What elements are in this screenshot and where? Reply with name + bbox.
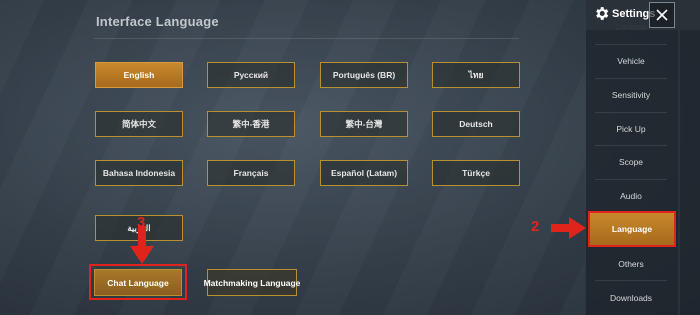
lang-button-thai[interactable]: ไทย: [432, 62, 520, 88]
lang-button-indonesian[interactable]: Bahasa Indonesia: [95, 160, 183, 186]
background: [0, 0, 585, 315]
chat-language-button[interactable]: Chat Language: [94, 269, 182, 296]
sidebar-item-vehicle[interactable]: Vehicle: [586, 44, 676, 77]
sidebar-item-audio[interactable]: Audio: [586, 179, 676, 212]
title-divider: [94, 38, 519, 39]
sidebar-item-label: Pick Up: [616, 123, 646, 134]
sidebar-item-downloads[interactable]: Downloads: [586, 281, 676, 314]
lang-button-turkish[interactable]: Türkçe: [432, 160, 520, 186]
sidebar-item-label: Others: [618, 258, 644, 269]
lang-button-traditional-chinese-tw[interactable]: 繁中-台灣: [320, 111, 408, 137]
sidebar-item-label: Downloads: [609, 292, 653, 303]
sidebar-item-label: Language: [611, 224, 653, 234]
sidebar-item-language[interactable]: Language: [588, 211, 676, 247]
close-button[interactable]: [649, 2, 675, 28]
sidebar-item-label: Audio: [620, 190, 642, 201]
lang-button-english[interactable]: English: [95, 62, 183, 88]
matchmaking-language-button[interactable]: Matchmaking Language: [204, 269, 300, 296]
lang-button-portuguese[interactable]: Português (BR): [320, 62, 408, 88]
sidebar-item-label: Vehicle: [617, 55, 645, 66]
sidebar-item-scope[interactable]: Scope: [586, 145, 676, 178]
section-title: Interface Language: [96, 14, 219, 29]
sidebar-item-sensitivity[interactable]: Sensitivity: [586, 78, 676, 111]
down-arrow-icon: [130, 226, 154, 264]
sidebar-item-label: Sensitivity: [611, 89, 651, 100]
sidebar-item-others[interactable]: Others: [586, 247, 676, 280]
lang-button-russian[interactable]: Pусский: [207, 62, 295, 88]
lang-button-simplified-chinese[interactable]: 简体中文: [95, 111, 183, 137]
sidebar-scrollbar[interactable]: [678, 30, 680, 315]
gear-icon: [596, 7, 609, 20]
right-arrow-icon: [551, 217, 586, 239]
sidebar-item-label: Scope: [618, 156, 644, 167]
step-2-label: 2: [531, 218, 540, 235]
lang-button-french[interactable]: Français: [207, 160, 295, 186]
lang-button-german[interactable]: Deutsch: [432, 111, 520, 137]
close-icon: [656, 9, 668, 21]
lang-button-spanish[interactable]: Español (Latam): [320, 160, 408, 186]
sidebar-item-pick-up[interactable]: Pick Up: [586, 112, 676, 145]
lang-button-traditional-chinese-hk[interactable]: 繁中-香港: [207, 111, 295, 137]
